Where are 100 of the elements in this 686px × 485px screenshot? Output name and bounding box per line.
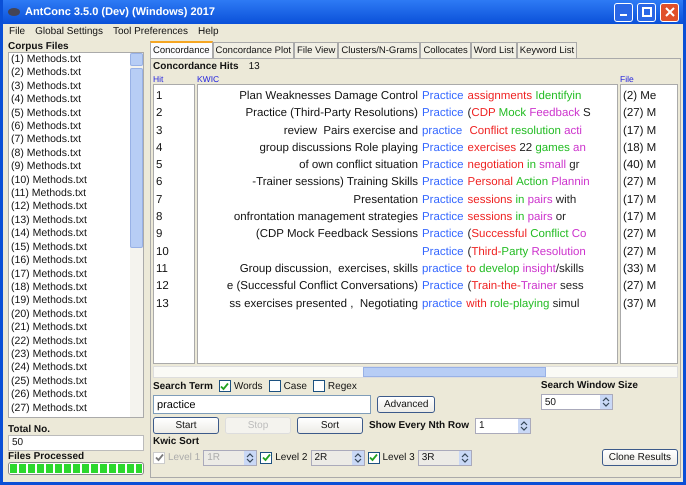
spinner-arrows-icon[interactable] (458, 450, 471, 464)
corpus-file-item[interactable]: (8) Methods.txt (11, 146, 130, 160)
corpus-file-item[interactable]: (24) Methods.txt (11, 361, 130, 375)
tab[interactable]: Concordance Plot (212, 42, 294, 58)
level-spinner[interactable]: 3R (418, 450, 472, 466)
tab[interactable]: Word List (470, 42, 517, 58)
spinner-arrows-icon[interactable] (600, 395, 612, 409)
keyword[interactable]: Practice (418, 159, 468, 176)
hit-number: 3 (155, 124, 164, 139)
vertical-scrollbar[interactable] (130, 53, 143, 417)
corpus-file-item[interactable]: (9) Methods.txt (11, 160, 130, 174)
keyword[interactable]: practice (418, 298, 466, 315)
menu-item[interactable]: Help (198, 26, 219, 37)
checkbox[interactable] (218, 380, 231, 392)
keyword[interactable]: Practice (418, 280, 468, 298)
keyword[interactable]: Practice (418, 211, 468, 228)
corpus-file-item[interactable]: (18) Methods.txt (11, 280, 130, 294)
horizontal-scrollbar[interactable] (153, 366, 678, 378)
corpus-file-item[interactable]: (2) Methods.txt (11, 66, 130, 80)
keyword[interactable]: Practice (418, 176, 468, 194)
right-context-word: to (466, 262, 477, 277)
left-context: Plan Weaknesses Damage Control (238, 90, 418, 104)
file-name: (33) M (622, 262, 658, 277)
right-context-word: exercises (468, 142, 518, 156)
tab[interactable]: Clusters/N-Grams (338, 42, 420, 58)
level-label: Level 2 (275, 452, 308, 463)
maximize-button[interactable] (637, 2, 656, 22)
right-context-word: CDP (471, 107, 496, 122)
corpus-file-item[interactable]: (6) Methods.txt (11, 120, 130, 134)
keyword[interactable]: Practice (418, 194, 468, 212)
corpus-file-item[interactable]: (10) Methods.txt (11, 174, 130, 188)
hits-label: Concordance Hits (153, 61, 239, 72)
close-button[interactable] (660, 2, 679, 22)
corpus-file-item[interactable]: (15) Methods.txt (11, 240, 130, 254)
corpus-file-item[interactable]: (14) Methods.txt (11, 227, 130, 241)
checkbox[interactable] (260, 452, 272, 464)
keyword[interactable]: practice (418, 262, 466, 280)
search-input[interactable]: practice (153, 395, 371, 414)
keyword[interactable]: Practice (418, 107, 468, 125)
right-context-word: pairs (528, 211, 554, 226)
column-header[interactable]: KWIC (197, 74, 618, 84)
window-size-label: Search Window Size (540, 380, 638, 391)
minimize-button[interactable] (614, 2, 633, 22)
nth-row-spinner[interactable]: 1 (475, 418, 532, 434)
tab[interactable]: Concordance (150, 41, 213, 58)
corpus-file-item[interactable]: (26) Methods.txt (11, 388, 130, 402)
action-button[interactable]: Sort (297, 417, 363, 434)
corpus-file-item[interactable]: (25) Methods.txt (11, 374, 130, 388)
window-title: AntConc 3.5.0 (Dev) (Windows) 2017 (25, 6, 216, 18)
corpus-file-item[interactable]: (4) Methods.txt (11, 93, 130, 107)
right-context-word: S (583, 107, 591, 122)
checkbox[interactable] (268, 380, 281, 392)
corpus-file-item[interactable]: (11) Methods.txt (11, 187, 130, 200)
corpus-file-item[interactable]: (5) Methods.txt (11, 106, 130, 120)
corpus-file-item[interactable]: (1) Methods.txt (11, 53, 130, 66)
left-context: review Pairs exercise and (282, 124, 418, 139)
spinner-arrows-icon[interactable] (352, 450, 364, 464)
right-context-word: Successful (471, 228, 528, 242)
corpus-file-item[interactable]: (17) Methods.txt (11, 268, 130, 281)
corpus-file-item[interactable]: (21) Methods.txt (11, 321, 130, 335)
right-context-word: Feedback (529, 107, 581, 122)
keyword[interactable]: Practice (418, 142, 468, 160)
corpus-file-item[interactable]: (7) Methods.txt (11, 133, 130, 147)
corpus-file-item[interactable]: (12) Methods.txt (11, 200, 130, 214)
menu-item[interactable]: Tool Preferences (112, 26, 188, 37)
corpus-file-item[interactable]: (13) Methods.txt (11, 214, 130, 228)
corpus-file-item[interactable]: (20) Methods.txt (11, 308, 130, 322)
maximize-icon (642, 7, 652, 17)
tab[interactable]: File View (294, 42, 338, 58)
column-header[interactable]: Hit (153, 74, 195, 84)
checkbox[interactable] (368, 452, 380, 464)
checkbox[interactable] (312, 380, 325, 392)
level-spinner[interactable]: 2R (310, 450, 364, 466)
right-context-word: in (515, 194, 526, 208)
keyword[interactable]: Practice (418, 246, 468, 263)
corpus-file-item[interactable]: (19) Methods.txt (11, 294, 130, 308)
window-size-spinner[interactable]: 50 (540, 394, 613, 410)
files-processed-label: Files Processed (8, 451, 86, 462)
corpus-file-item[interactable]: (23) Methods.txt (11, 348, 130, 362)
corpus-file-item[interactable]: (3) Methods.txt (11, 80, 130, 94)
keyword[interactable]: practice (418, 124, 466, 142)
corpus-file-item[interactable]: (27) Methods.txt (11, 402, 130, 415)
menu-item[interactable]: Global Settings (35, 26, 103, 37)
corpus-file-item[interactable]: (16) Methods.txt (11, 254, 130, 268)
action-button[interactable]: Start (153, 417, 219, 434)
right-context-word: ( (468, 107, 472, 122)
spinner-arrows-icon[interactable] (518, 418, 530, 432)
menu-item[interactable]: File (9, 26, 26, 37)
column-header[interactable]: File (620, 74, 678, 84)
hit-number: 10 (155, 246, 170, 260)
corpus-file-item[interactable]: (22) Methods.txt (11, 334, 130, 348)
keyword[interactable]: Practice (418, 228, 468, 246)
keyword[interactable]: Practice (418, 90, 468, 108)
tab[interactable]: Collocates (420, 42, 471, 58)
clone-results-button[interactable]: Clone Results (602, 449, 678, 466)
right-context-word: Plannin (551, 176, 590, 190)
check-icon (369, 453, 378, 462)
spinner-arrows-icon[interactable] (244, 450, 256, 464)
advanced-button[interactable]: Advanced (377, 396, 436, 413)
tab[interactable]: Keyword List (516, 42, 578, 58)
